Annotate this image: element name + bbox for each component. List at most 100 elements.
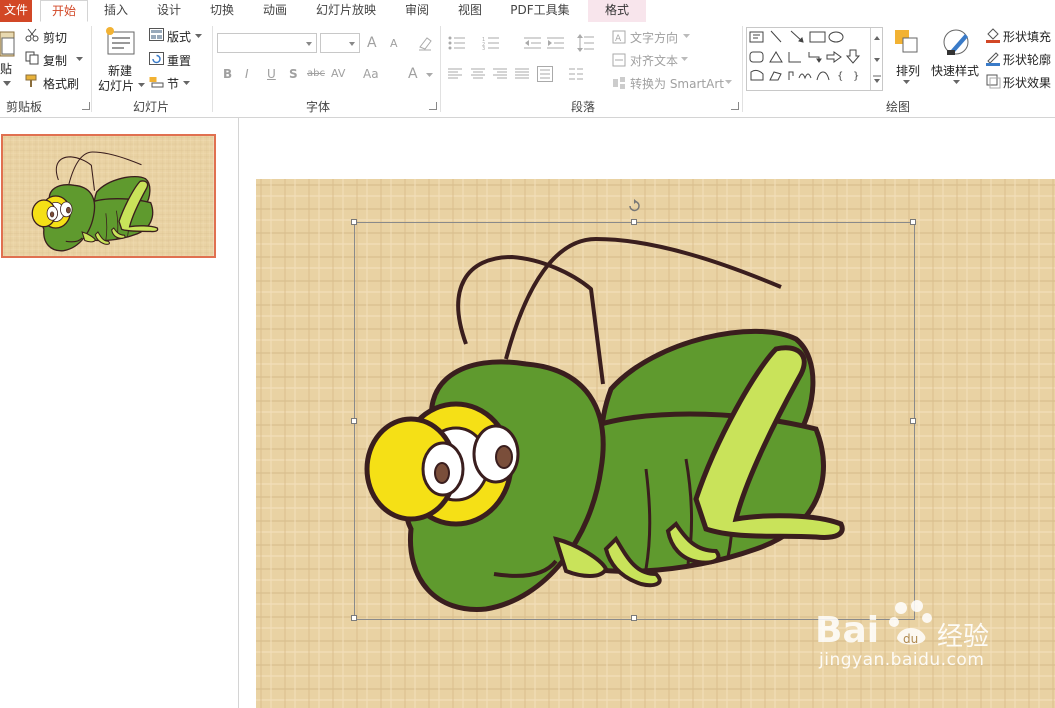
justify-icon[interactable] [515, 68, 529, 80]
strikethrough-button[interactable]: abc [307, 68, 325, 79]
tab-view[interactable]: 视图 [448, 0, 492, 22]
tab-format[interactable]: 格式 [588, 0, 646, 22]
shape-effects-icon[interactable] [985, 73, 1001, 89]
resize-handle-s[interactable] [631, 615, 637, 621]
pencil-outline-icon[interactable] [985, 50, 1001, 66]
convert-smartart-button[interactable]: 转换为 SmartArt [630, 75, 724, 92]
arrange-button[interactable]: 排列 [896, 62, 920, 79]
arrange-dropdown-icon[interactable] [903, 80, 910, 85]
tab-file[interactable]: 文件 [0, 0, 32, 22]
resize-handle-w[interactable] [351, 418, 357, 424]
distributed-icon[interactable] [537, 66, 553, 82]
rotate-handle-icon[interactable] [627, 198, 641, 212]
section-icon[interactable] [149, 75, 164, 88]
tab-slideshow[interactable]: 幻灯片放映 [308, 0, 384, 22]
smartart-dropdown-icon[interactable] [725, 80, 732, 85]
resize-handle-nw[interactable] [351, 219, 357, 225]
shape-outline-button[interactable]: 形状轮廓 [1003, 51, 1051, 68]
paste-button-label[interactable]: 贴 [0, 60, 12, 77]
text-shadow-button[interactable]: S [289, 67, 298, 81]
resize-handle-sw[interactable] [351, 615, 357, 621]
columns-icon[interactable] [569, 68, 583, 80]
layout-button[interactable]: 版式 [167, 28, 191, 45]
align-text-icon[interactable] [612, 53, 626, 67]
arrange-icon[interactable] [893, 28, 923, 58]
change-case-button[interactable]: Aa [363, 67, 379, 81]
grow-font-button[interactable]: A [367, 35, 377, 51]
align-text-button[interactable]: 对齐文本 [630, 52, 678, 69]
tab-design[interactable]: 设计 [146, 0, 192, 22]
quick-styles-dropdown-icon[interactable] [953, 80, 960, 85]
selection-frame[interactable] [354, 222, 915, 620]
paragraph-dialog-launcher[interactable] [731, 102, 739, 110]
new-slide-icon[interactable] [104, 26, 136, 58]
slide-thumbnail[interactable] [1, 134, 216, 278]
paint-bucket-icon[interactable] [985, 27, 1001, 43]
drawing-group-label: 绘图 [886, 100, 911, 114]
quick-styles-icon[interactable] [941, 28, 973, 60]
tab-transitions[interactable]: 切换 [198, 0, 246, 22]
clipboard-dialog-launcher[interactable] [82, 102, 90, 110]
font-dialog-launcher[interactable] [429, 102, 437, 110]
new-slide-dropdown-icon[interactable] [138, 83, 145, 88]
shapes-gallery[interactable]: { } [746, 27, 883, 91]
tab-animations[interactable]: 动画 [252, 0, 298, 22]
slide-thumbnail-pane: 1 [0, 118, 239, 708]
copy-dropdown-icon[interactable] [76, 57, 83, 62]
tab-home[interactable]: 开始 [40, 0, 88, 22]
paste-icon[interactable] [0, 28, 16, 58]
tab-insert[interactable]: 插入 [94, 0, 138, 22]
layout-icon[interactable] [149, 28, 164, 41]
text-direction-icon[interactable]: A [612, 30, 626, 44]
smartart-icon[interactable] [612, 76, 626, 90]
underline-button[interactable]: U [267, 67, 276, 81]
tab-review[interactable]: 审阅 [396, 0, 438, 22]
shape-effects-button[interactable]: 形状效果 [1003, 74, 1051, 91]
align-left-icon[interactable] [448, 68, 462, 80]
align-right-icon[interactable] [493, 68, 507, 80]
bold-button[interactable]: B [223, 67, 232, 81]
decrease-indent-icon[interactable] [524, 36, 542, 50]
text-direction-button[interactable]: 文字方向 [630, 29, 678, 46]
paste-dropdown-icon[interactable] [3, 81, 11, 87]
align-text-dropdown-icon[interactable] [681, 57, 688, 62]
shape-fill-button[interactable]: 形状填充 [1003, 28, 1051, 45]
paw-logo-icon: du [889, 600, 932, 646]
shapes-gallery-scroll[interactable] [870, 28, 883, 90]
format-painter-button[interactable]: 格式刷 [43, 75, 79, 92]
italic-button[interactable]: I [245, 67, 249, 81]
copy-icon[interactable] [25, 51, 39, 65]
line-spacing-icon[interactable] [577, 34, 595, 52]
svg-text:A: A [615, 34, 622, 44]
reset-button[interactable]: 重置 [167, 52, 191, 69]
align-center-icon[interactable] [471, 68, 485, 80]
layout-dropdown-icon[interactable] [195, 34, 202, 39]
scissors-icon[interactable] [25, 28, 39, 42]
new-slide-label-line2[interactable]: 幻灯片 [98, 77, 134, 94]
resize-handle-ne[interactable] [910, 219, 916, 225]
tab-animations-label: 动画 [262, 3, 287, 17]
quick-styles-button[interactable]: 快速样式 [931, 62, 979, 79]
resize-handle-e[interactable] [910, 418, 916, 424]
reset-icon[interactable] [149, 52, 164, 65]
tab-pdf-tools[interactable]: PDF工具集 [502, 0, 578, 22]
copy-button[interactable]: 复制 [43, 52, 67, 69]
char-spacing-button[interactable]: AV [331, 67, 345, 80]
section-dropdown-icon[interactable] [183, 81, 190, 86]
resize-handle-n[interactable] [631, 219, 637, 225]
font-color-button[interactable]: A [408, 66, 418, 82]
format-painter-icon[interactable] [25, 74, 39, 88]
increase-indent-icon[interactable] [547, 36, 565, 50]
font-color-dropdown-icon[interactable] [426, 73, 433, 78]
font-name-dropdown[interactable] [217, 33, 317, 53]
shrink-font-button[interactable]: A [390, 37, 398, 50]
tab-insert-label: 插入 [103, 3, 128, 17]
bullets-icon[interactable] [448, 36, 466, 50]
clear-formatting-icon[interactable] [417, 35, 433, 51]
numbering-icon[interactable]: 123 [482, 36, 500, 50]
cut-button[interactable]: 剪切 [43, 29, 67, 46]
font-size-dropdown[interactable] [320, 33, 360, 53]
group-separator [742, 26, 743, 112]
section-button[interactable]: 节 [167, 75, 179, 92]
text-direction-dropdown-icon[interactable] [683, 34, 690, 39]
